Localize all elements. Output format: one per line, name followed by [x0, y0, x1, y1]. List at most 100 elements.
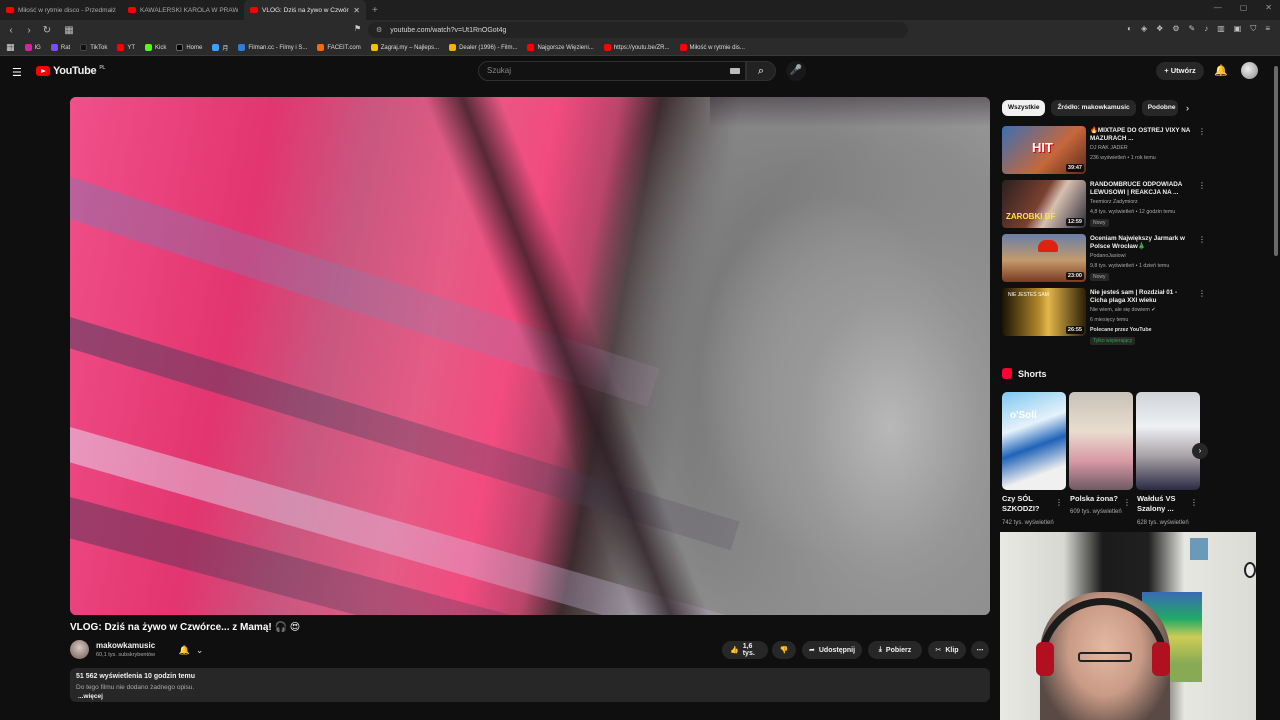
bookmark-item[interactable]: Kick	[145, 44, 166, 51]
youtube-favicon-icon	[128, 7, 136, 13]
recommendation-meta: 236 wyświetleń • 1 rok temu	[1090, 155, 1156, 161]
video-frame	[70, 97, 990, 615]
scissors-icon: ✂	[935, 647, 942, 654]
bookmark-icon[interactable]: ⚑	[354, 24, 361, 33]
bookmark-item[interactable]: Dealer (1996) - Film...	[449, 44, 517, 51]
browser-tab[interactable]: KAWALERSKI KAROLA W PRAWDZIWY	[122, 0, 244, 20]
short-title[interactable]: Czy SÓL SZKODZI?	[1002, 494, 1058, 514]
recommendation-item[interactable]: 23:00 Oceniam Największy Jarmark w Polsc…	[1002, 234, 1206, 284]
keyboard-icon[interactable]	[730, 68, 740, 74]
search-input[interactable]: Szukaj	[478, 61, 746, 81]
microphone-icon[interactable]: 🎤	[786, 61, 806, 81]
more-options-icon[interactable]: ⋮	[1198, 289, 1206, 298]
more-options-icon[interactable]: ⋮	[1198, 235, 1206, 244]
browser-tab-active[interactable]: VLOG: Dziś na żywo w Czwórce ✕	[244, 0, 366, 20]
close-window-icon[interactable]: ✕	[1265, 3, 1272, 12]
sidebar-icon[interactable]: ▥	[1217, 24, 1225, 34]
channel-name[interactable]: makowkamusic	[96, 641, 155, 650]
bookmark-item[interactable]: https://youtu.be/ZR...	[603, 44, 670, 51]
channel-avatar[interactable]	[70, 640, 89, 659]
bookmark-item[interactable]: FACEIT.com	[317, 44, 361, 51]
music-icon[interactable]: ♪	[1204, 24, 1208, 34]
search-button[interactable]: ⌕	[746, 61, 776, 81]
account-avatar[interactable]	[1241, 62, 1258, 79]
video-thumbnail[interactable]: HIT 39:47	[1002, 126, 1086, 174]
back-arrow-icon[interactable]: ‹	[4, 25, 18, 36]
bookmark-item[interactable]: TikTok	[80, 44, 107, 51]
share-button[interactable]: ➦ Udostępnij	[802, 641, 862, 659]
forward-arrow-icon[interactable]: ›	[22, 25, 36, 36]
short-title[interactable]: Polska żona?	[1070, 494, 1126, 504]
reload-icon[interactable]: ↻	[40, 25, 54, 36]
more-options-icon[interactable]: ⋮	[1123, 498, 1131, 507]
apps-icon[interactable]: ▦	[6, 42, 15, 53]
close-tab-icon[interactable]: ✕	[353, 6, 360, 15]
chevron-right-icon[interactable]: ›	[1186, 103, 1189, 113]
bookmark-item[interactable]: Filman.cc - Filmy i S...	[238, 44, 307, 51]
chip-similar[interactable]: Podobne	[1141, 100, 1178, 116]
extensions-grid-icon[interactable]: ▦	[62, 25, 76, 36]
bookmark-item[interactable]: YT	[117, 44, 135, 51]
download-button[interactable]: ⤓ Pobierz	[868, 641, 922, 659]
more-options-icon[interactable]: ⋮	[1055, 498, 1063, 507]
extension-icon[interactable]: ❖	[1156, 24, 1163, 34]
like-button[interactable]: 👍 1,6 tys.	[722, 641, 768, 659]
browser-tab[interactable]: Miłość w rytmie disco - Przedmałżeńsk	[0, 0, 122, 20]
view-count: 51 562 wyświetlenia 10 godzin temu	[76, 673, 196, 680]
description-text: Do tego filmu nie dodano żadnego opisu.	[76, 684, 195, 691]
bookmark-item[interactable]: Najgorsze Więzieni...	[527, 44, 594, 51]
site-info-icon[interactable]: ⚙	[376, 26, 382, 34]
menu-dots-icon[interactable]: ≡	[1265, 24, 1270, 34]
video-thumbnail[interactable]: ZAROBKI BF 12:59	[1002, 180, 1086, 228]
extension-icon[interactable]: ⚙	[1172, 24, 1179, 34]
short-thumbnail[interactable]	[1136, 392, 1200, 490]
hamburger-menu-icon[interactable]: ☰	[12, 66, 22, 79]
wallet-icon[interactable]: ▣	[1234, 24, 1242, 34]
recommendation-item[interactable]: NIE JESTEŚ SAM 26:55 Nie jesteś sam | Ro…	[1002, 288, 1206, 348]
video-thumbnail[interactable]: NIE JESTEŚ SAM 26:55	[1002, 288, 1086, 336]
chip-source[interactable]: Źródło: makowkamusic	[1051, 100, 1136, 116]
more-options-icon[interactable]: ⋮	[1198, 127, 1206, 136]
subscription-bell-button[interactable]: 🔔 ⌄	[172, 642, 210, 658]
video-thumbnail[interactable]: 23:00	[1002, 234, 1086, 282]
bookmark-item[interactable]: IG	[24, 44, 41, 51]
minimize-icon[interactable]: —	[1214, 3, 1222, 12]
chip-all[interactable]: Wszystkie	[1002, 100, 1046, 116]
short-thumbnail[interactable]	[1069, 392, 1133, 490]
maximize-icon[interactable]: ▢	[1240, 3, 1248, 12]
recommendation-title: Oceniam Największy Jarmark w Polsce Wroc…	[1090, 235, 1185, 250]
bookmark-item[interactable]: Home	[176, 44, 202, 51]
extension-icon[interactable]: ◈	[1141, 24, 1147, 34]
bell-icon[interactable]: 🔔	[1214, 64, 1228, 77]
tab-title: VLOG: Dziś na żywo w Czwórce	[262, 6, 350, 14]
address-bar[interactable]: ⚙ youtube.com/watch?v=Ut1RnOGot4g	[368, 22, 908, 38]
extension-icon[interactable]: ◐	[1127, 24, 1132, 34]
youtube-logo[interactable]: YouTube PL	[36, 65, 105, 77]
dislike-button[interactable]: 👎	[772, 641, 796, 659]
new-tab-button[interactable]: +	[372, 5, 378, 16]
shield-icon[interactable]: ⛉	[1250, 24, 1256, 34]
recommendation-title: Nie jesteś sam | Rozdział 01 - Cicha pla…	[1090, 289, 1178, 304]
short-thumbnail[interactable]: o'Soli	[1002, 392, 1066, 490]
bookmark-item[interactable]: Zagraj.my – Najleps...	[370, 44, 439, 51]
duration-badge: 12:59	[1065, 218, 1084, 226]
show-more-link[interactable]: ...więcej	[78, 693, 103, 700]
more-options-icon[interactable]: ⋮	[1190, 498, 1198, 507]
tab-title: KAWALERSKI KAROLA W PRAWDZIWY	[140, 6, 238, 14]
bookmark-item[interactable]: Rat	[50, 44, 70, 51]
bookmark-item[interactable]: 月	[212, 43, 228, 52]
more-options-icon[interactable]: ⋮	[1198, 181, 1206, 190]
video-player[interactable]	[70, 97, 990, 615]
short-title[interactable]: Wałduś VS Szalony ...	[1137, 494, 1193, 514]
recommendation-item[interactable]: ZAROBKI BF 12:59 RANDOMBRUCE ODPOWIADA L…	[1002, 180, 1206, 230]
bookmark-item[interactable]: Miłość w rytmie dis...	[679, 44, 745, 51]
create-button[interactable]: + Utwórz	[1156, 62, 1204, 80]
more-actions-button[interactable]: ⋯	[971, 641, 989, 659]
scrollbar-thumb[interactable]	[1274, 66, 1278, 256]
clip-button[interactable]: ✂ Klip	[928, 641, 966, 659]
extension-icon[interactable]: ✎	[1189, 24, 1196, 34]
recommendation-item[interactable]: HIT 39:47 🔥MIXTAPE DO OSTREJ VIXY NA MAZ…	[1002, 126, 1206, 176]
chevron-right-icon[interactable]: ›	[1192, 443, 1208, 459]
short-views: 742 tys. wyświetleń	[1002, 520, 1054, 526]
description-box[interactable]	[70, 668, 990, 702]
